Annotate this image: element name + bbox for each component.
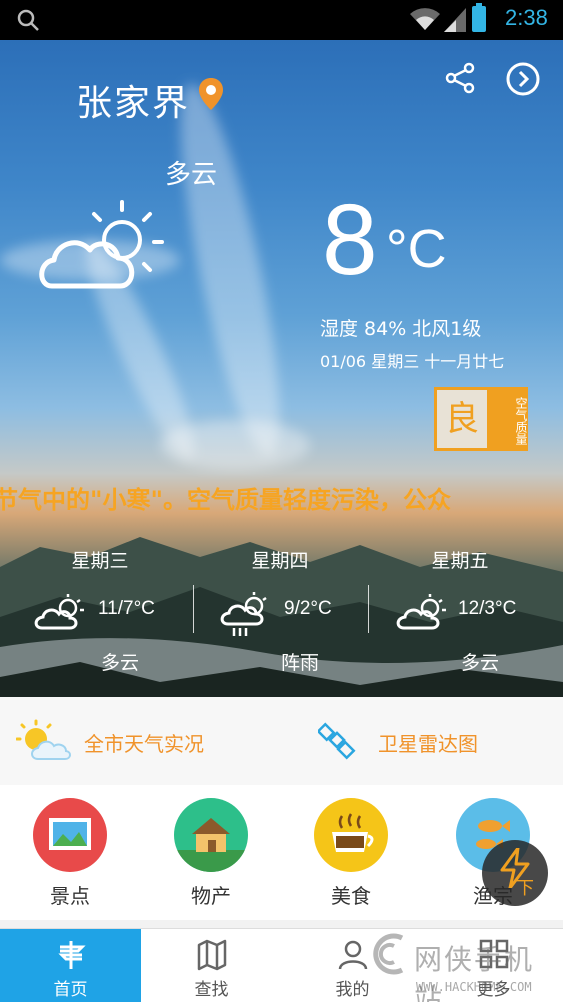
forecast-day[interactable]: 星期四 9/2°C 阵雨: [220, 542, 400, 682]
aqi-label: 空气质量: [490, 387, 528, 451]
category-scenic[interactable]: 景点: [31, 798, 109, 918]
fab-label: 下: [516, 878, 534, 899]
date-line: 01/06 星期三 十一月廿七: [320, 352, 505, 371]
category-food[interactable]: 美食: [312, 798, 390, 918]
download-fab[interactable]: 下: [482, 840, 548, 906]
search-icon[interactable]: [16, 8, 40, 32]
tab-label: 查找: [194, 980, 229, 1000]
battery-icon: [472, 3, 486, 32]
satellite-radar-link[interactable]: 卫星雷达图: [300, 697, 563, 785]
city-weather-label: 全市天气实况: [84, 732, 204, 756]
house-icon: [174, 798, 248, 872]
forecast-strip: 星期三 11/7°C 多云 星期四 9/2°C 阵雨 星期五 12/3°C 多云: [0, 542, 563, 682]
coffee-icon: [314, 798, 388, 872]
forecast-weekday: 星期四: [251, 550, 309, 572]
partly-cloudy-icon: [34, 594, 84, 630]
aqi-grade: 良: [434, 387, 490, 451]
forecast-range: 12/3°C: [458, 598, 517, 619]
air-quality-badge[interactable]: 良 空气质量: [434, 387, 530, 451]
forecast-desc: 多云: [100, 652, 139, 674]
city-name[interactable]: 张家界: [76, 74, 190, 126]
satellite-icon: [318, 722, 356, 760]
forecast-desc: 多云: [460, 652, 499, 674]
category-label: 美食: [331, 884, 371, 908]
location-pin-icon[interactable]: [199, 78, 223, 110]
user-icon: [338, 940, 368, 970]
weather-hero: 张家界 多云 8 °C 湿度 84% 北风1级 01/06 星期三 十一月廿七 …: [0, 40, 563, 697]
category-label: 景点: [50, 884, 90, 908]
watermark-url: WWW.HACKHOME.COM: [416, 980, 532, 994]
weather-ticker: 节气中的"小寒"。空气质量轻度污染，公众: [0, 480, 563, 514]
ticker-text: 节气中的"小寒"。空气质量轻度污染，公众: [0, 486, 452, 514]
humidity-wind: 湿度 84% 北风1级: [320, 318, 482, 340]
watermark-logo-icon: [373, 933, 404, 975]
wifi-icon: [410, 8, 440, 30]
shower-icon: [220, 592, 267, 636]
forecast-weekday: 星期五: [431, 550, 489, 572]
partly-cloudy-icon: [39, 200, 164, 289]
temperature-unit: °C: [386, 219, 447, 279]
forecast-divider: [193, 585, 194, 633]
city-weather-link[interactable]: 全市天气实况: [0, 697, 280, 785]
forecast-divider: [368, 585, 369, 633]
current-condition: 多云: [165, 160, 218, 190]
status-bar: 2:38: [0, 0, 563, 40]
tab-search[interactable]: 查找: [141, 929, 282, 1002]
forecast-range: 9/2°C: [284, 598, 332, 619]
temperature-value: 8: [322, 184, 378, 296]
site-watermark: 网侠手机站 WWW.HACKHOME.COM: [368, 928, 563, 1002]
current-temperature: 8 °C: [322, 190, 447, 290]
category-products[interactable]: 物产: [172, 798, 250, 918]
forecast-weekday: 星期三: [71, 550, 129, 572]
tab-label: 首页: [53, 980, 88, 1000]
forecast-desc: 阵雨: [280, 652, 319, 674]
next-city-icon[interactable]: [506, 62, 540, 96]
satellite-radar-label: 卫星雷达图: [378, 732, 478, 756]
category-grid: 景点 物产 美食: [0, 785, 563, 920]
home-signpost-icon: [58, 941, 86, 969]
sun-cloud-icon: [16, 719, 71, 760]
scenic-icon: [33, 798, 107, 872]
clock: 2:38: [505, 5, 548, 30]
tab-home[interactable]: 首页: [0, 929, 141, 1002]
forecast-day[interactable]: 星期五 12/3°C 多云: [396, 542, 563, 682]
category-label: 物产: [191, 884, 231, 908]
signal-icon: [444, 8, 466, 32]
quick-links: 全市天气实况 卫星雷达图: [0, 697, 563, 785]
map-icon: [197, 939, 227, 971]
forecast-range: 11/7°C: [98, 598, 155, 619]
partly-cloudy-icon: [396, 594, 446, 630]
share-icon[interactable]: [445, 62, 477, 94]
